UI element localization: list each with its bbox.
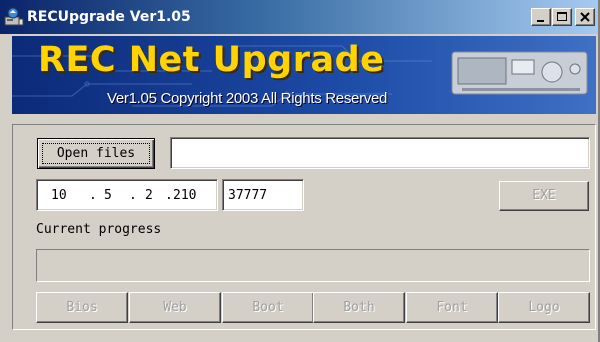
ip-octet-1: 10 bbox=[51, 188, 67, 203]
web-button[interactable]: Web bbox=[129, 292, 221, 323]
title-bar[interactable]: RECUpgrade Ver1.05 bbox=[0, 0, 598, 34]
exe-label: EXE bbox=[532, 188, 556, 203]
dvr-device-image bbox=[451, 51, 588, 95]
boot-button[interactable]: Boot bbox=[222, 292, 314, 323]
port-input[interactable]: 37777 bbox=[222, 179, 304, 211]
web-label: Web bbox=[163, 300, 187, 315]
banner: REC Net Upgrade Ver1.05 Copyright 2003 A… bbox=[12, 36, 596, 114]
ip-dot-3: . bbox=[165, 188, 173, 203]
font-label: Font bbox=[436, 300, 468, 315]
logo-button[interactable]: Logo bbox=[498, 292, 590, 323]
bios-button[interactable]: Bios bbox=[36, 292, 128, 323]
maximize-button[interactable] bbox=[552, 8, 572, 26]
close-icon bbox=[580, 12, 590, 22]
both-label: Both bbox=[343, 300, 375, 315]
app-window: RECUpgrade Ver1.05 REC Net Upgrade Ver1.… bbox=[0, 0, 600, 342]
open-files-button[interactable]: Open files bbox=[37, 138, 155, 169]
ip-address-input[interactable]: 10 . 5 . 2 . 210 bbox=[36, 179, 218, 211]
banner-copyright: Ver1.05 Copyright 2003 All Rights Reserv… bbox=[107, 90, 388, 107]
file-path-input[interactable] bbox=[170, 137, 590, 169]
boot-label: Boot bbox=[252, 300, 284, 315]
both-button[interactable]: Both bbox=[313, 292, 405, 323]
banner-title: REC Net Upgrade bbox=[38, 40, 385, 80]
minimize-button[interactable] bbox=[531, 8, 551, 26]
font-button[interactable]: Font bbox=[406, 292, 498, 323]
ip-octet-3: 2 bbox=[145, 188, 153, 203]
port-value: 37777 bbox=[228, 188, 268, 203]
app-icon bbox=[4, 7, 24, 27]
exe-button[interactable]: EXE bbox=[499, 181, 589, 211]
focus-rect bbox=[42, 143, 150, 164]
minimize-icon bbox=[537, 20, 544, 22]
progress-label: Current progress bbox=[36, 222, 162, 237]
bios-label: Bios bbox=[66, 300, 98, 315]
ip-dot-2: . bbox=[129, 188, 137, 203]
close-button[interactable] bbox=[575, 8, 595, 26]
ip-octet-2: 5 bbox=[104, 188, 112, 203]
ip-dot-1: . bbox=[89, 188, 97, 203]
ip-octet-4: 210 bbox=[173, 188, 197, 203]
maximize-icon bbox=[557, 12, 567, 21]
logo-label: Logo bbox=[528, 300, 560, 315]
window-title: RECUpgrade Ver1.05 bbox=[27, 9, 191, 25]
progress-bar bbox=[36, 249, 590, 282]
